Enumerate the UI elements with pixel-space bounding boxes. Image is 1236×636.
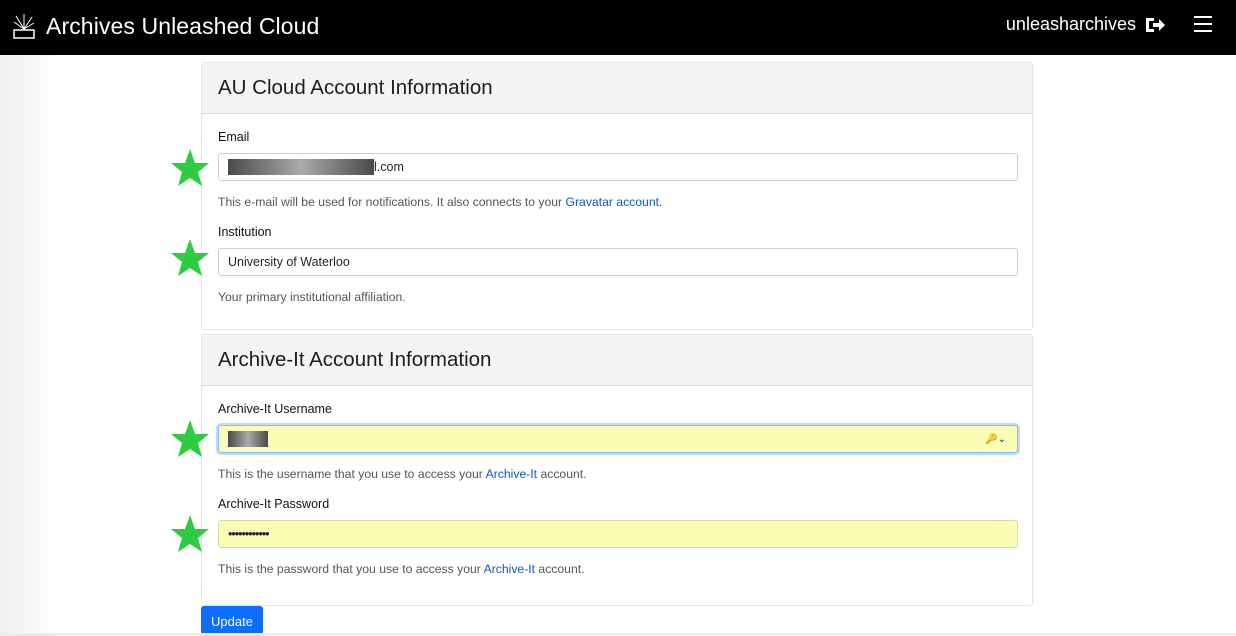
email-field[interactable]: l.com (218, 153, 1018, 181)
username-help: This is the username that you use to acc… (218, 467, 587, 481)
redacted-block (228, 431, 268, 447)
archive-it-password-field[interactable]: •••••••••••• (218, 520, 1018, 548)
card-header: AU Cloud Account Information (202, 63, 1032, 114)
top-navbar: Archives Unleashed Cloud unleasharchives (0, 0, 1236, 55)
email-label: Email (218, 130, 250, 144)
redacted-block (228, 159, 374, 175)
archive-it-link[interactable]: Archive-It (486, 467, 537, 481)
user-menu[interactable]: unleasharchives (1006, 14, 1166, 35)
archive-it-link[interactable]: Archive-It (484, 562, 535, 576)
section-heading: AU Cloud Account Information (218, 76, 493, 99)
password-value: •••••••••••• (228, 527, 270, 541)
update-button[interactable]: Update (201, 606, 263, 636)
archive-logo-icon (13, 14, 35, 39)
username-label: unleasharchives (1005, 14, 1136, 34)
gravatar-link[interactable]: Gravatar account (566, 195, 659, 209)
card-header: Archive-It Account Information (202, 335, 1032, 386)
archive-it-username-field[interactable]: 🔑⌄ (218, 425, 1018, 453)
section-heading: Archive-It Account Information (218, 348, 492, 371)
archive-it-password-label: Archive-It Password (218, 497, 330, 511)
au-cloud-account-card: AU Cloud Account Information Email l.com… (201, 62, 1033, 330)
star-icon (171, 149, 209, 186)
institution-help: Your primary institutional affiliation. (218, 290, 406, 304)
password-help: This is the password that you use to acc… (218, 562, 585, 576)
app-title: Archives Unleashed Cloud (46, 12, 320, 39)
sign-out-icon[interactable] (1144, 15, 1166, 35)
archive-it-account-card: Archive-It Account Information Archive-I… (201, 334, 1033, 606)
star-icon (171, 239, 209, 276)
email-value: l.com (374, 160, 404, 174)
hamburger-menu-icon[interactable] (1194, 16, 1212, 32)
star-icon (171, 515, 209, 552)
institution-value: University of Waterloo (228, 255, 350, 269)
key-icon[interactable]: 🔑⌄ (985, 434, 1006, 445)
archive-it-username-label: Archive-It Username (218, 402, 332, 416)
institution-field[interactable]: University of Waterloo (218, 248, 1018, 276)
email-help: This e-mail will be used for notificatio… (218, 195, 663, 209)
star-icon (171, 420, 209, 457)
brand-link[interactable]: Archives Unleashed Cloud (12, 12, 319, 40)
institution-label: Institution (218, 225, 272, 239)
